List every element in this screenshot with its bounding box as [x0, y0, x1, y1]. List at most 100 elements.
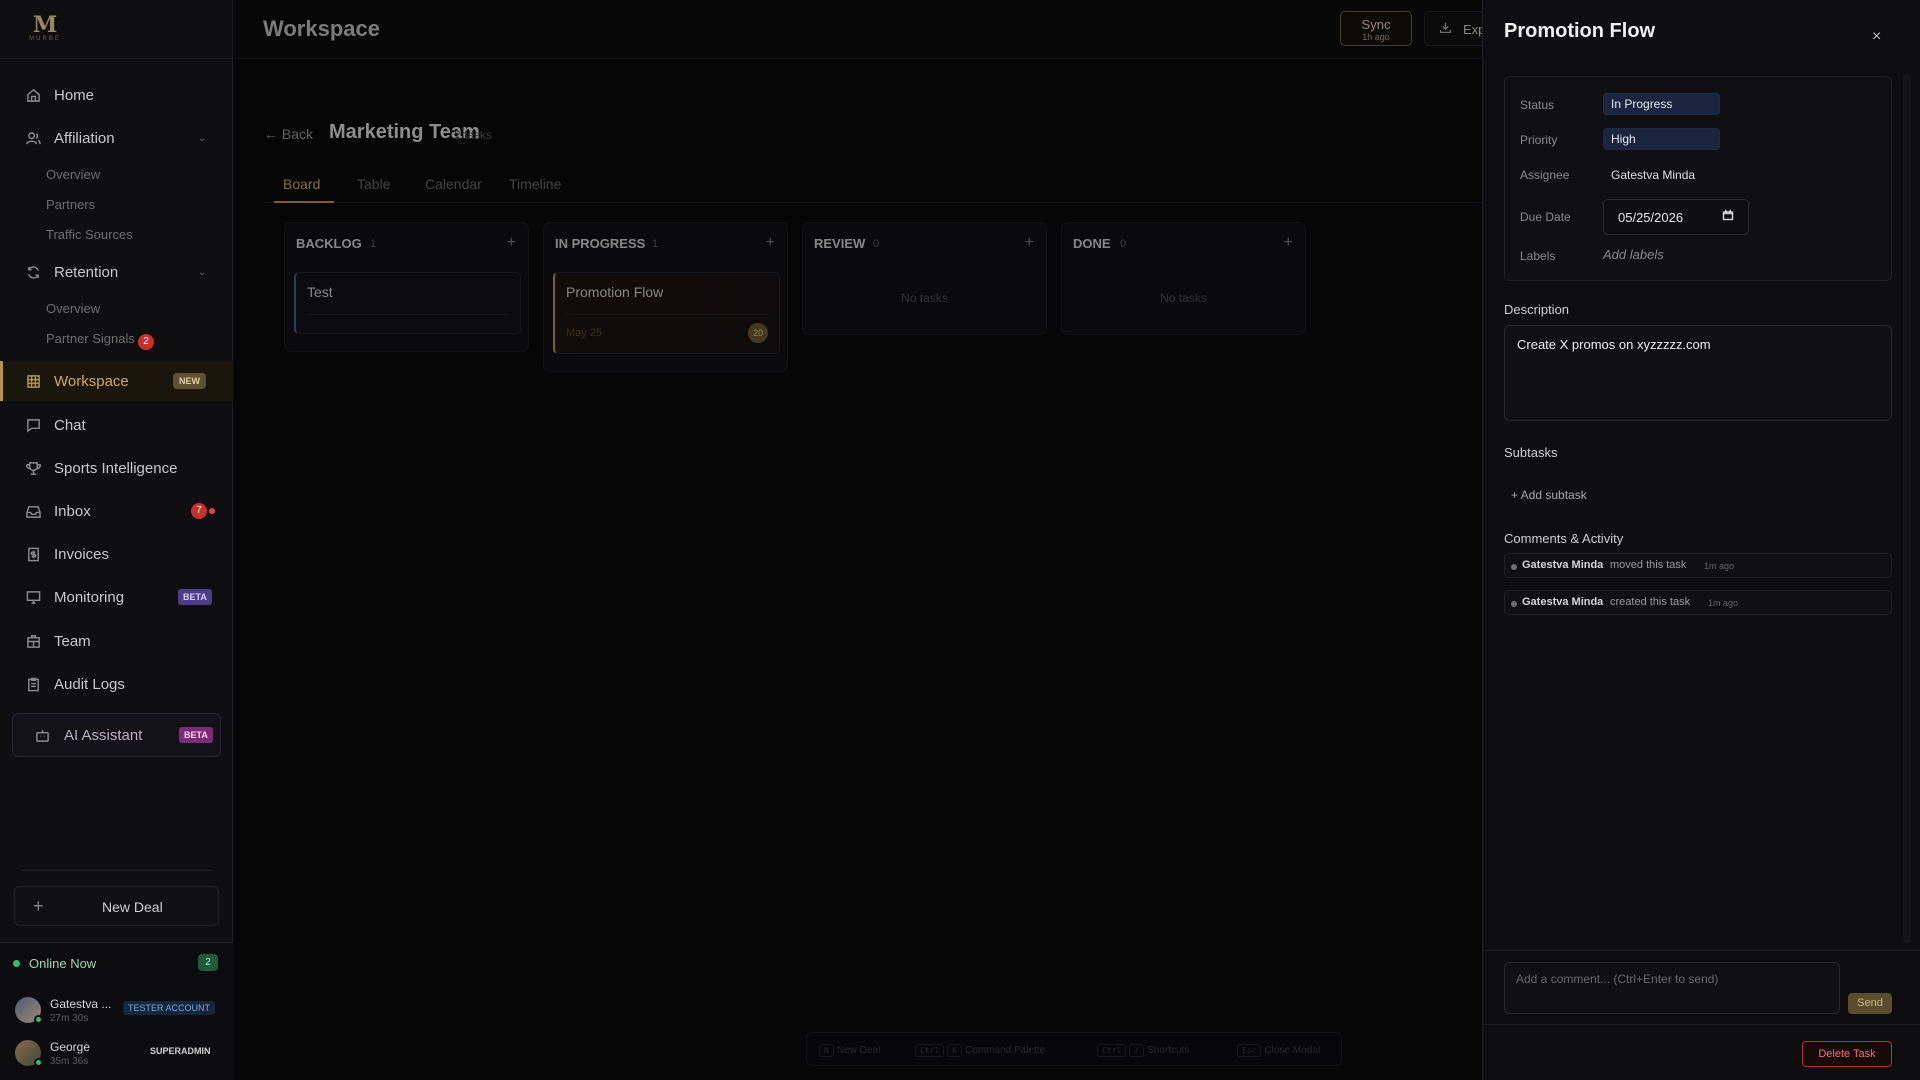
new-badge: NEW	[173, 373, 206, 389]
sidebar-item-sports-intelligence[interactable]: Sports Intelligence	[0, 448, 233, 488]
beta-badge: BETA	[178, 589, 212, 605]
sidebar-item-label: Team	[54, 632, 91, 650]
sidebar-item-audit-logs[interactable]: Audit Logs	[0, 664, 233, 704]
labels-label: Labels	[1520, 249, 1556, 263]
sidebar-item-label: Retention	[54, 263, 119, 281]
assignee-select[interactable]: Gatestva Minda	[1611, 168, 1695, 182]
activity-dot	[1511, 601, 1517, 607]
online-user[interactable]: George 35m 36s SUPERADMIN	[15, 1038, 225, 1072]
trophy-icon	[25, 460, 41, 476]
sidebar-item-label: Sports Intelligence	[54, 459, 178, 477]
monitor-icon	[25, 589, 41, 605]
users-icon	[25, 130, 41, 146]
activity-user: Gatestva Minda	[1522, 596, 1604, 608]
sidebar-item-retention[interactable]: Retention ⌄	[0, 252, 233, 292]
inbox-count-badge: 7	[191, 503, 207, 519]
sidebar-item-invoices[interactable]: Invoices	[0, 534, 233, 574]
activity-dot	[1511, 564, 1517, 570]
sidebar-subitem-overview[interactable]: Overview	[46, 167, 100, 182]
robot-icon	[35, 728, 50, 748]
due-date-input[interactable]: 05/25/2026	[1603, 199, 1749, 235]
sidebar-item-label: Invoices	[54, 545, 110, 563]
invoice-icon	[25, 546, 41, 562]
online-count-badge: 2	[198, 954, 218, 971]
user-role-badge: SUPERADMIN	[150, 1046, 211, 1056]
chat-icon	[25, 417, 41, 433]
comment-input[interactable]	[1504, 962, 1840, 1014]
sidebar-item-label: Inbox	[54, 502, 91, 520]
delete-task-button[interactable]: Delete Task	[1802, 1041, 1892, 1067]
activity-item: Gatestva Minda moved this task 1m ago	[1504, 553, 1892, 578]
sidebar-item-label: Audit Logs	[54, 675, 125, 693]
activity-heading: Comments & Activity	[1504, 531, 1624, 546]
send-button[interactable]: Send	[1848, 993, 1892, 1014]
sidebar-item-team[interactable]: Team	[0, 621, 233, 661]
priority-select[interactable]: High	[1603, 128, 1720, 150]
sidebar-subitem-traffic-sources[interactable]: Traffic Sources	[46, 227, 133, 242]
due-date-label: Due Date	[1520, 210, 1571, 224]
subtasks-heading: Subtasks	[1504, 445, 1558, 460]
task-properties: Status In Progress Priority High Assigne…	[1504, 76, 1892, 281]
sidebar-subitem-partners[interactable]: Partners	[46, 197, 95, 212]
sidebar-item-label: Chat	[54, 416, 86, 434]
sidebar-item-inbox[interactable]: Inbox 7	[0, 491, 233, 531]
divider	[1483, 1024, 1920, 1025]
divider	[1483, 950, 1920, 951]
priority-label: Priority	[1520, 133, 1558, 147]
description-textarea[interactable]: Create X promos on xyzzzzz.com	[1504, 325, 1892, 421]
refresh-icon	[25, 264, 41, 280]
beta-badge: BETA	[179, 727, 213, 743]
drawer-title: Promotion Flow	[1504, 20, 1656, 42]
online-now-panel: Online Now 2 Gatestva ... 27m 30s TESTER…	[0, 942, 233, 1080]
task-detail-drawer: Promotion Flow × Status In Progress Prio…	[1482, 0, 1920, 1080]
home-icon	[25, 87, 41, 103]
team-icon	[25, 633, 41, 649]
user-name: George	[50, 1040, 91, 1054]
sidebar-item-monitoring[interactable]: Monitoring BETA	[0, 577, 233, 617]
add-subtask-button[interactable]: + Add subtask	[1511, 488, 1587, 502]
close-icon[interactable]: ×	[1872, 28, 1881, 46]
sidebar-item-affiliation[interactable]: Affiliation ⌄	[0, 118, 233, 158]
partner-signals-badge: 2	[138, 334, 154, 350]
sidebar-item-label: Workspace	[54, 372, 129, 390]
sidebar-item-workspace[interactable]: Workspace NEW	[0, 361, 233, 401]
sidebar-item-home[interactable]: Home	[0, 75, 233, 115]
description-text: Create X promos on xyzzzzz.com	[1517, 337, 1711, 352]
avatar	[15, 997, 43, 1024]
user-session-time: 27m 30s	[50, 1013, 89, 1024]
divider	[0, 58, 233, 59]
new-deal-button[interactable]: + New Deal	[14, 886, 219, 926]
chevron-down-icon[interactable]: ⌄	[198, 267, 206, 278]
user-name: Gatestva ...	[50, 997, 112, 1011]
sidebar-subitem-partner-signals[interactable]: Partner Signals	[46, 331, 135, 346]
ai-assistant-button[interactable]: AI Assistant BETA	[12, 713, 221, 757]
sidebar-subitem-overview[interactable]: Overview	[46, 301, 100, 316]
online-status-dot	[13, 960, 20, 967]
user-role-badge: TESTER ACCOUNT	[123, 1001, 216, 1015]
sidebar-item-chat[interactable]: Chat	[0, 405, 233, 445]
activity-user: Gatestva Minda	[1522, 559, 1604, 571]
divider	[22, 870, 212, 871]
chevron-down-icon[interactable]: ⌄	[198, 133, 206, 144]
plus-icon: +	[33, 896, 44, 916]
brand-logo[interactable]: M MURBE	[22, 14, 68, 44]
avatar	[15, 1040, 43, 1067]
assignee-label: Assignee	[1520, 168, 1570, 182]
status-select[interactable]: In Progress	[1603, 93, 1720, 115]
online-user[interactable]: Gatestva ... 27m 30s TESTER ACCOUNT	[15, 995, 225, 1029]
activity-item: Gatestva Minda created this task 1m ago	[1504, 590, 1892, 615]
status-label: Status	[1520, 98, 1555, 112]
add-labels-button[interactable]: Add labels	[1603, 247, 1664, 262]
inbox-icon	[25, 503, 41, 519]
description-heading: Description	[1504, 302, 1570, 317]
user-session-time: 35m 36s	[50, 1056, 89, 1067]
due-date-value: 05/25/2026	[1618, 210, 1684, 225]
activity-time: 1m ago	[1704, 561, 1735, 571]
scrollbar[interactable]	[1903, 74, 1911, 944]
modal-backdrop[interactable]	[234, 0, 1482, 1080]
logo-mark: M	[32, 12, 58, 38]
activity-time: 1m ago	[1708, 598, 1739, 608]
sidebar: M MURBE Home Affiliation ⌄ Overview Part…	[0, 0, 233, 1080]
calendar-icon[interactable]	[1722, 209, 1734, 224]
new-deal-label: New Deal	[102, 899, 163, 915]
